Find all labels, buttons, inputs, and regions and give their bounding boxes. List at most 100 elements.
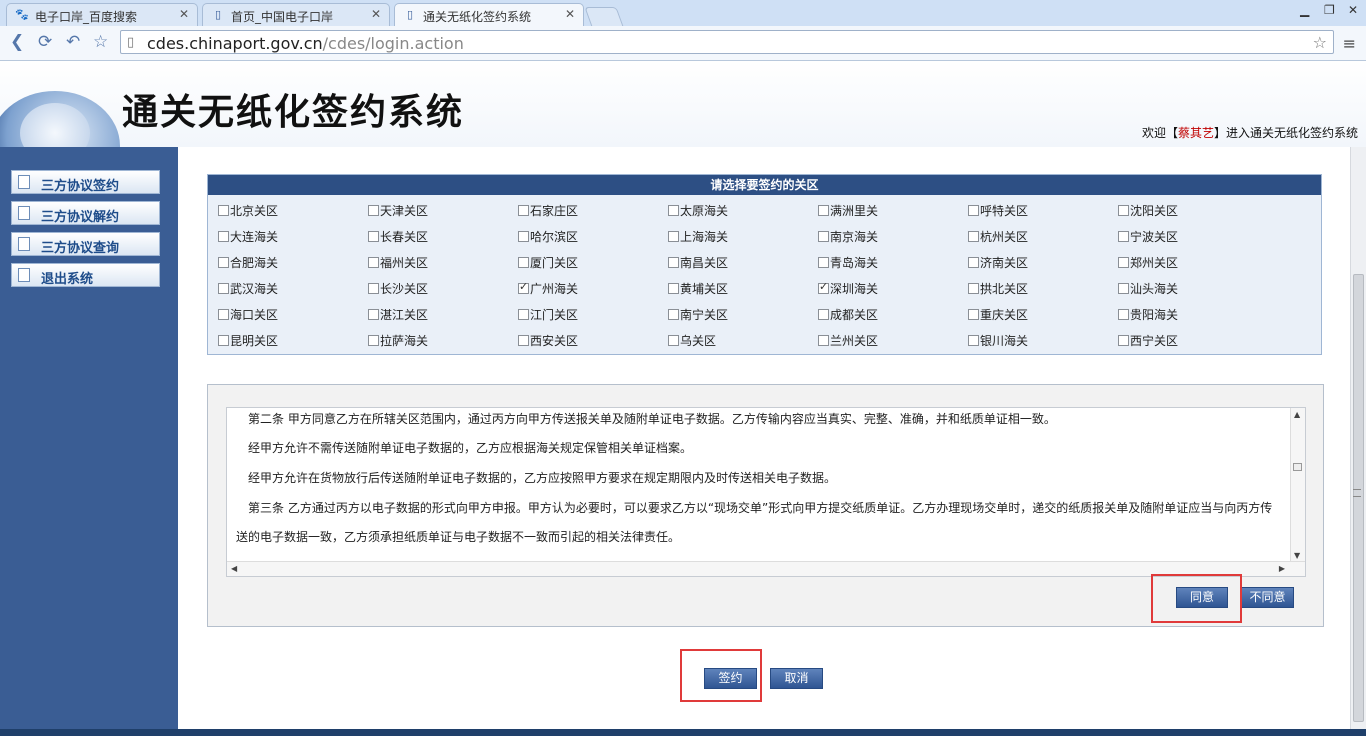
customs-option[interactable]: 福州关区 [368,254,428,272]
new-tab-button[interactable] [584,7,624,27]
customs-option[interactable]: 合肥海关 [218,254,278,272]
checkbox-checked[interactable] [818,280,829,294]
customs-option[interactable]: 广州海关 [518,280,578,298]
checkbox[interactable] [368,283,379,294]
browser-tab-baidu[interactable]: 🐾 电子口岸_百度搜索 ✕ [6,3,198,26]
customs-option[interactable]: 江门关区 [518,306,578,324]
checkbox[interactable] [668,309,679,320]
checkbox[interactable] [518,257,529,268]
undo-icon[interactable]: ↶ [66,32,80,52]
sidebar-item-terminate[interactable]: . 三方协议解约 [11,201,160,225]
checkbox[interactable] [218,309,229,320]
checkbox[interactable] [218,283,229,294]
scroll-grip[interactable]: . [1293,463,1302,471]
customs-option[interactable]: 上海海关 [668,228,728,246]
customs-option[interactable]: 南京海关 [818,228,878,246]
bookmark-star-icon[interactable]: ☆ [1313,33,1327,52]
checkbox[interactable] [968,231,979,242]
customs-option[interactable]: 成都关区 [818,306,878,324]
restore-icon[interactable]: ❐ [1324,3,1335,17]
close-tab-icon[interactable]: ✕ [371,7,381,21]
menu-icon[interactable]: ≡ [1343,34,1356,53]
customs-option[interactable]: 乌关区 [668,332,716,350]
customs-option[interactable]: 昆明关区 [218,332,278,350]
browser-tab-active[interactable]: ▯ 通关无纸化签约系统 ✕ [394,3,584,26]
checkbox[interactable] [1118,283,1129,294]
checkbox[interactable] [968,257,979,268]
checkbox[interactable] [668,335,679,346]
checkbox[interactable] [668,231,679,242]
customs-option[interactable]: 郑州关区 [1118,254,1178,272]
scroll-right-icon[interactable]: ▶ [1279,564,1285,573]
scroll-up-icon[interactable]: ▲ [1294,410,1300,419]
close-tab-icon[interactable]: ✕ [565,7,575,21]
customs-option[interactable]: 汕头海关 [1118,280,1178,298]
scroll-left-icon[interactable]: ◀ [231,564,237,573]
customs-option[interactable]: 济南关区 [968,254,1028,272]
sidebar-item-query[interactable]: . 三方协议查询 [11,232,160,256]
checkbox[interactable] [818,257,829,268]
checkbox[interactable] [368,257,379,268]
checkbox[interactable] [1118,257,1129,268]
checkbox[interactable] [1118,231,1129,242]
back-icon[interactable]: ❮ [10,32,24,52]
customs-option[interactable]: 厦门关区 [518,254,578,272]
checkbox[interactable] [668,205,679,216]
close-tab-icon[interactable]: ✕ [179,7,189,21]
close-window-icon[interactable]: ✕ [1348,3,1358,17]
customs-option[interactable]: 呼特关区 [968,202,1028,220]
page-scrollbar-thumb[interactable] [1353,274,1364,722]
sidebar-item-exit[interactable]: . 退出系统 [11,263,160,287]
checkbox[interactable] [518,309,529,320]
agreement-text-box[interactable]: 第二条 甲方同意乙方在所辖关区范围内，通过丙方向甲方传送报关单及随附单证电子数据… [226,407,1306,577]
customs-option[interactable]: 西宁关区 [1118,332,1178,350]
customs-option[interactable]: 武汉海关 [218,280,278,298]
customs-option[interactable]: 杭州关区 [968,228,1028,246]
checkbox[interactable] [218,257,229,268]
checkbox[interactable] [518,231,529,242]
checkbox[interactable] [818,335,829,346]
checkbox[interactable] [218,335,229,346]
checkbox[interactable] [968,309,979,320]
customs-option[interactable]: 太原海关 [668,202,728,220]
checkbox[interactable] [1118,309,1129,320]
customs-option[interactable]: 满洲里关 [818,202,878,220]
checkbox[interactable] [218,205,229,216]
customs-option[interactable]: 大连海关 [218,228,278,246]
checkbox[interactable] [1118,205,1129,216]
customs-option[interactable]: 沈阳关区 [1118,202,1178,220]
terms-vertical-scrollbar[interactable]: ▲ . ▼ [1290,408,1305,562]
customs-option[interactable]: 拱北关区 [968,280,1028,298]
minimize-icon[interactable]: ▁ [1300,3,1309,17]
customs-option[interactable]: 长沙关区 [368,280,428,298]
customs-option[interactable]: 青岛海关 [818,254,878,272]
checkbox[interactable] [668,283,679,294]
checkbox[interactable] [968,283,979,294]
address-bar[interactable]: ▯ cdes.chinaport.gov.cn/cdes/login.actio… [120,30,1334,54]
disagree-button[interactable]: 不同意 [1241,587,1294,608]
checkbox[interactable] [218,231,229,242]
checkbox[interactable] [368,309,379,320]
customs-option[interactable]: 宁波关区 [1118,228,1178,246]
checkbox[interactable] [668,257,679,268]
scroll-down-icon[interactable]: ▼ [1294,551,1300,560]
customs-option[interactable]: 海口关区 [218,306,278,324]
checkbox[interactable] [1118,335,1129,346]
customs-option[interactable]: 天津关区 [368,202,428,220]
checkbox[interactable] [968,335,979,346]
bookmark-star-icon[interactable]: ☆ [93,32,108,52]
customs-option[interactable]: 贵阳海关 [1118,306,1178,324]
checkbox-checked[interactable] [518,280,529,294]
checkbox[interactable] [818,231,829,242]
sidebar-item-sign[interactable]: . 三方协议签约 [11,170,160,194]
checkbox[interactable] [818,205,829,216]
customs-option[interactable]: 南宁关区 [668,306,728,324]
checkbox[interactable] [518,335,529,346]
page-scrollbar[interactable]: . [1350,147,1366,729]
customs-option[interactable]: 兰州关区 [818,332,878,350]
terms-horizontal-scrollbar[interactable]: ◀ ▶ [227,561,1305,576]
customs-option[interactable]: 南昌关区 [668,254,728,272]
customs-option[interactable]: 拉萨海关 [368,332,428,350]
customs-option[interactable]: 石家庄区 [518,202,578,220]
browser-tab-chinaport[interactable]: ▯ 首页_中国电子口岸 ✕ [202,3,390,26]
